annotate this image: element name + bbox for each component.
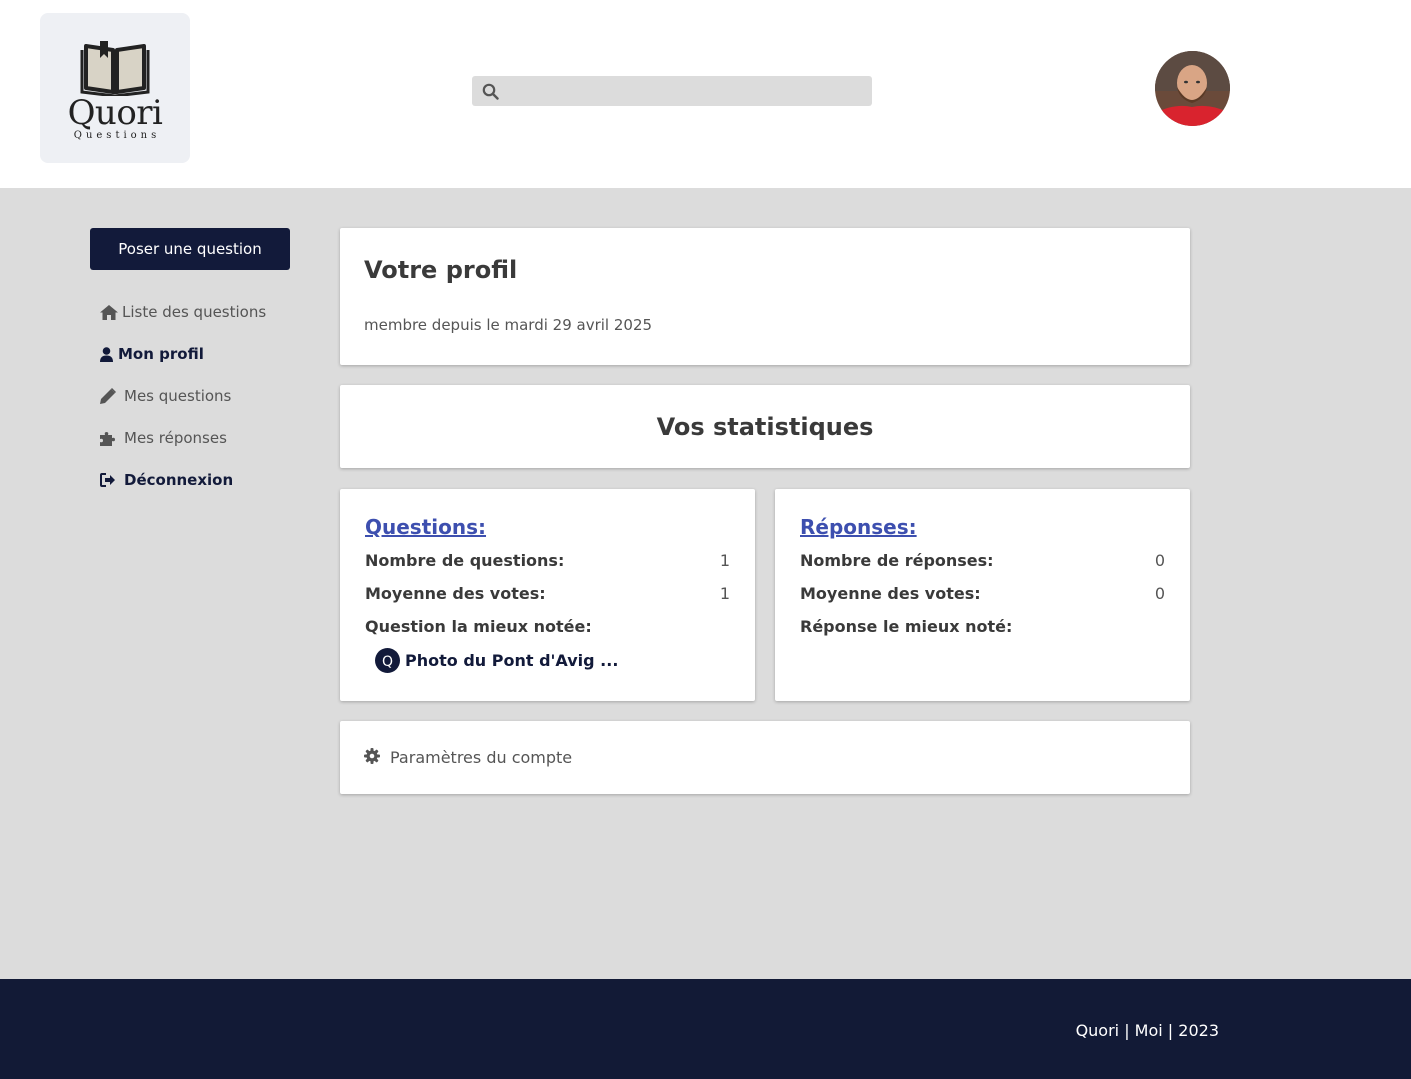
stat-label: Nombre de questions: bbox=[365, 551, 565, 570]
stat-value: 0 bbox=[1154, 584, 1165, 603]
avatar[interactable] bbox=[1155, 51, 1230, 126]
puzzle-icon bbox=[100, 430, 124, 446]
logout-icon bbox=[100, 473, 124, 487]
sidebar-item-label: Mon profil bbox=[118, 345, 204, 363]
stat-row: Question la mieux notée: bbox=[365, 617, 730, 638]
question-badge: Q bbox=[375, 648, 400, 673]
stat-row: Nombre de réponses: 0 bbox=[800, 551, 1165, 572]
sidebar-item-label: Liste des questions bbox=[122, 303, 267, 321]
sidebar-item-label: Mes questions bbox=[124, 387, 232, 405]
account-settings-link[interactable]: Paramètres du compte bbox=[340, 721, 1190, 794]
stat-row: Réponse le mieux noté: bbox=[800, 617, 1165, 638]
logo[interactable]: Quori Questions bbox=[40, 13, 190, 163]
logo-subtitle: Questions bbox=[73, 129, 161, 141]
sidebar-item-my-profile[interactable]: Mon profil bbox=[90, 333, 290, 375]
stat-row: Nombre de questions: 1 bbox=[365, 551, 730, 572]
footer-text: Quori | Moi | 2023 bbox=[1075, 1021, 1219, 1040]
sidebar-item-label: Mes réponses bbox=[124, 429, 227, 447]
gear-icon bbox=[364, 747, 380, 768]
stat-value: 1 bbox=[719, 584, 730, 603]
ask-question-button[interactable]: Poser une question bbox=[90, 228, 290, 270]
answers-stats-title[interactable]: Réponses: bbox=[800, 515, 1165, 539]
best-question-title: Photo du Pont d'Avig ... bbox=[405, 651, 619, 670]
sidebar-item-label: Déconnexion bbox=[124, 471, 234, 489]
page-title: Votre profil bbox=[364, 256, 518, 284]
stat-label: Moyenne des votes: bbox=[800, 584, 981, 603]
stat-value: 1 bbox=[719, 551, 730, 570]
logo-title: Quori bbox=[67, 92, 163, 133]
stat-label: Réponse le mieux noté: bbox=[800, 617, 1013, 636]
footer: Quori | Moi | 2023 bbox=[0, 979, 1411, 1079]
stat-row: Moyenne des votes: 0 bbox=[800, 584, 1165, 605]
best-question-link[interactable]: Q Photo du Pont d'Avig ... bbox=[365, 648, 730, 673]
search-bar bbox=[472, 76, 872, 106]
stat-label: Nombre de réponses: bbox=[800, 551, 994, 570]
sidebar-item-logout[interactable]: Déconnexion bbox=[90, 459, 290, 501]
stat-value: 0 bbox=[1154, 551, 1165, 570]
sidebar-item-my-questions[interactable]: Mes questions bbox=[90, 375, 290, 417]
questions-stats-card: Questions: Nombre de questions: 1 Moyenn… bbox=[340, 489, 755, 701]
sidebar-item-my-answers[interactable]: Mes réponses bbox=[90, 417, 290, 459]
account-settings-label: Paramètres du compte bbox=[390, 748, 573, 767]
member-since-text: membre depuis le mardi 29 avril 2025 bbox=[364, 316, 653, 334]
pencil-icon bbox=[100, 388, 124, 404]
sidebar-nav: Liste des questions Mon profil Mes quest… bbox=[90, 291, 290, 501]
stat-row: Moyenne des votes: 1 bbox=[365, 584, 730, 605]
sidebar-item-questions-list[interactable]: Liste des questions bbox=[90, 291, 290, 333]
stat-label: Question la mieux notée: bbox=[365, 617, 592, 636]
sidebar: Poser une question Liste des questions M… bbox=[90, 228, 290, 501]
stats-header-card: Vos statistiques bbox=[340, 385, 1190, 468]
user-icon bbox=[100, 346, 118, 362]
answers-stats-card: Réponses: Nombre de réponses: 0 Moyenne … bbox=[775, 489, 1190, 701]
home-icon bbox=[100, 304, 122, 320]
search-icon[interactable] bbox=[472, 76, 508, 106]
profile-card: Votre profil membre depuis le mardi 29 a… bbox=[340, 228, 1190, 365]
header: Quori Questions bbox=[0, 0, 1411, 188]
stat-label: Moyenne des votes: bbox=[365, 584, 546, 603]
questions-stats-title[interactable]: Questions: bbox=[365, 515, 730, 539]
stats-title: Vos statistiques bbox=[656, 412, 874, 441]
search-input[interactable] bbox=[508, 76, 868, 106]
book-logo-icon bbox=[80, 40, 150, 96]
